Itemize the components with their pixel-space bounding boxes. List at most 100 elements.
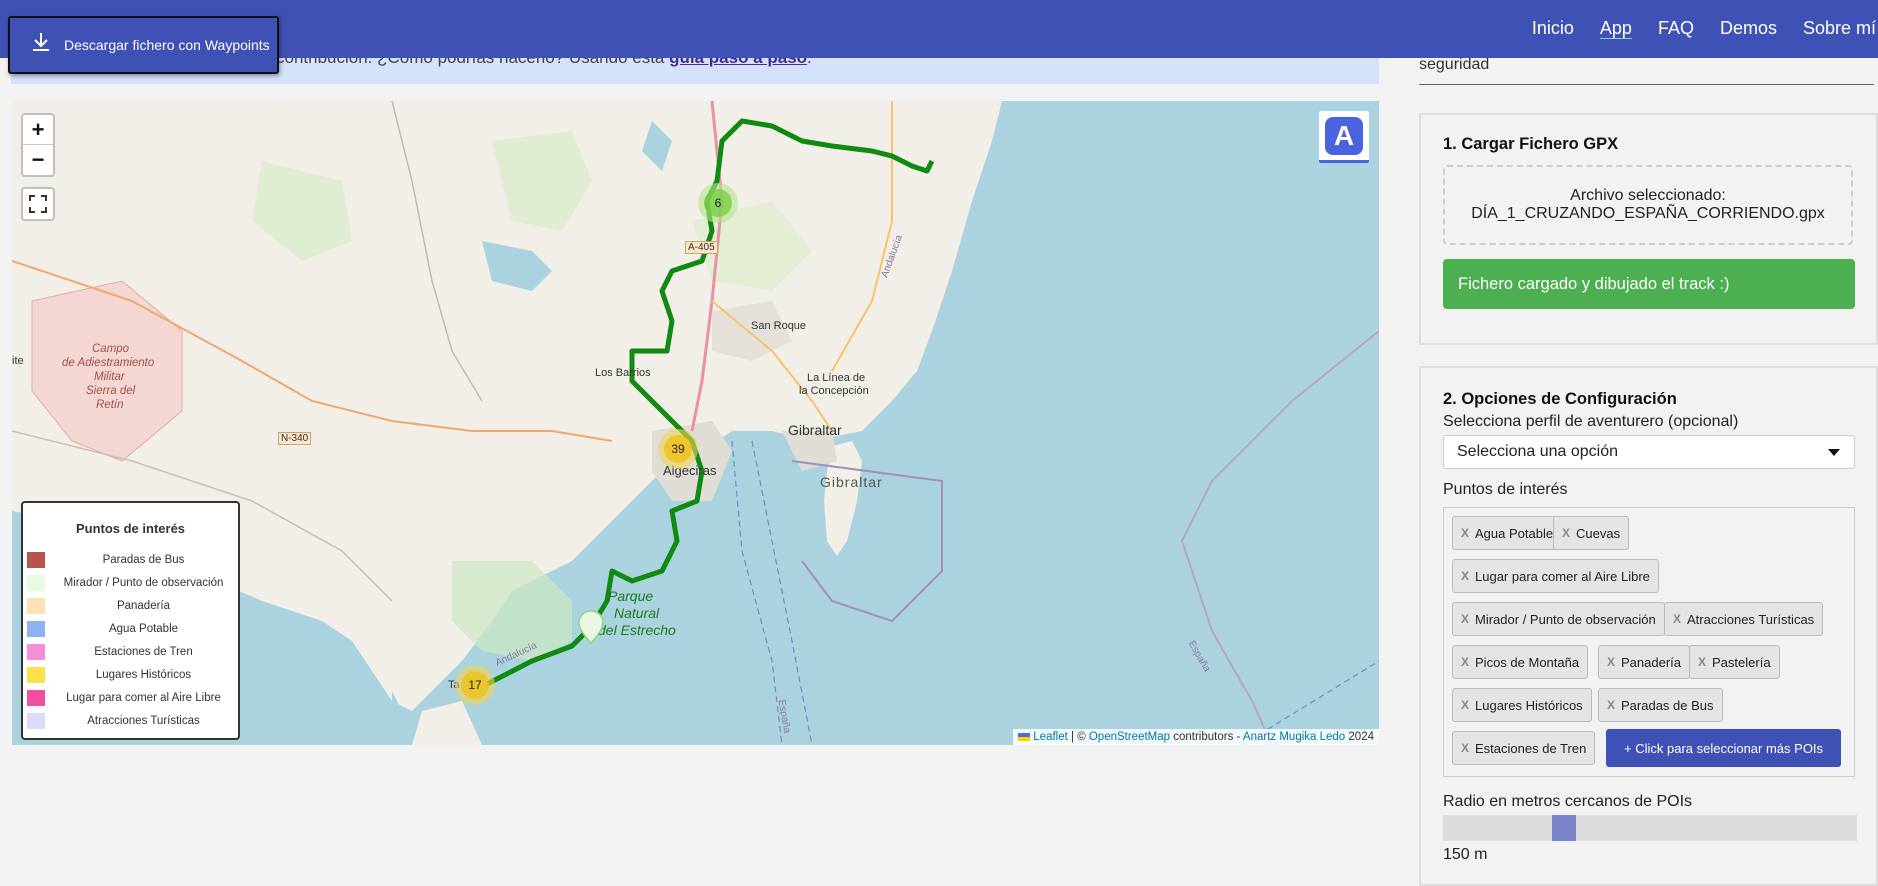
remove-chip-icon[interactable]: X <box>1562 526 1570 540</box>
poi-chip-label: Picos de Montaña <box>1475 654 1580 670</box>
poi-chip[interactable]: X Estaciones de Tren <box>1452 731 1596 765</box>
legend-swatch <box>27 620 45 637</box>
legend-swatch <box>27 666 45 683</box>
poi-cluster-marker[interactable]: 6 <box>698 183 738 223</box>
legend-item: Mirador / Punto de observación <box>27 571 234 594</box>
legend-title: Puntos de interés <box>75 521 186 536</box>
remove-chip-icon[interactable]: X <box>1461 698 1469 712</box>
attribution-year: 2024 <box>1345 731 1374 743</box>
map-container[interactable]: San Roque Los Barrios La Línea de la Con… <box>12 101 1379 745</box>
remove-chip-icon[interactable]: X <box>1461 612 1469 626</box>
author-link[interactable]: Anartz Mugika Ledo <box>1243 731 1345 743</box>
nav-link-app[interactable]: App <box>1600 18 1632 39</box>
file-selected-label: Archivo seleccionado: <box>1570 187 1726 204</box>
poi-chip-label: Agua Potable <box>1475 525 1554 541</box>
remove-chip-icon[interactable]: X <box>1607 655 1615 669</box>
legend-item-label: Paradas de Bus <box>102 553 185 566</box>
map-label-san-roque: San Roque <box>751 320 807 332</box>
leaflet-link[interactable]: Leaflet <box>1033 731 1068 743</box>
app-logo-letter: A <box>1325 116 1363 155</box>
app-logo[interactable]: A <box>1319 111 1369 163</box>
map-label-estrecho: del Estrecho <box>598 622 676 638</box>
poi-chip[interactable]: X Lugares Históricos <box>1452 688 1592 722</box>
attribution-sep: | © <box>1067 731 1089 743</box>
download-waypoints-button[interactable]: Descargar fichero con Waypoints <box>8 16 279 74</box>
poi-chip-label: Lugar para comer al Aire Libre <box>1475 568 1650 584</box>
leaflet-flag-icon <box>1018 732 1031 741</box>
poi-cluster-marker[interactable]: 39 <box>658 429 698 469</box>
legend-item: Atracciones Turísticas <box>27 709 234 732</box>
legend-item-label: Mirador / Punto de observación <box>63 576 224 589</box>
nav-link-sobre-mi[interactable]: Sobre mí <box>1803 18 1876 39</box>
poi-chip-label: Estaciones de Tren <box>1475 740 1587 756</box>
profile-label: Selecciona perfil de aventurero (opciona… <box>1443 413 1739 430</box>
legend-swatch <box>27 551 45 568</box>
legend-item: Lugares Históricos <box>27 663 234 686</box>
nav-link-inicio[interactable]: Inicio <box>1532 18 1574 39</box>
poi-chip-label: Panadería <box>1621 654 1682 670</box>
fullscreen-icon <box>29 195 47 213</box>
gpx-card-title: 1. Cargar Fichero GPX <box>1443 135 1619 153</box>
poi-cluster-marker[interactable]: 17 <box>455 665 495 705</box>
map-label-campo: Campo <box>92 343 130 355</box>
poi-legend: Puntos de interés Paradas de Bus Mirador … <box>21 501 240 740</box>
poi-chip[interactable]: X Paradas de Bus <box>1598 688 1723 722</box>
legend-swatch <box>27 712 45 729</box>
nav-link-faq[interactable]: FAQ <box>1658 18 1694 39</box>
cluster-count: 39 <box>664 435 692 463</box>
top-navbar: Inicio App FAQ Demos Sobre mí <box>0 0 1878 58</box>
map-label-te: ite <box>12 355 24 367</box>
fullscreen-button[interactable] <box>21 187 55 221</box>
poi-chip-label: Paradas de Bus <box>1621 697 1714 713</box>
legend-item: Paradas de Bus <box>27 548 234 571</box>
file-drop-zone[interactable]: Archivo seleccionado: DÍA_1_CRUZANDO_ESP… <box>1443 165 1853 245</box>
attribution-contrib: contributors - <box>1170 731 1243 743</box>
poi-label: Puntos de interés <box>1443 481 1568 498</box>
legend-item: Lugar para comer al Aire Libre <box>27 686 234 709</box>
zoom-out-button[interactable]: − <box>23 145 53 175</box>
remove-chip-icon[interactable]: X <box>1698 655 1706 669</box>
remove-chip-icon[interactable]: X <box>1607 698 1615 712</box>
poi-chip[interactable]: X Agua Potable <box>1452 516 1563 550</box>
radius-slider-thumb[interactable] <box>1552 815 1576 841</box>
add-more-pois-button[interactable]: + Click para seleccionar más POIs <box>1606 729 1842 767</box>
legend-item-label: Lugar para comer al Aire Libre <box>66 691 221 704</box>
poi-chip[interactable]: X Mirador / Punto de observación <box>1452 602 1665 636</box>
file-name: DÍA_1_CRUZANDO_ESPAÑA_CORRIENDO.gpx <box>1471 205 1825 222</box>
poi-chip-label: Cuevas <box>1576 525 1621 541</box>
zoom-in-button[interactable]: + <box>23 115 53 145</box>
remove-chip-icon[interactable]: X <box>1461 526 1469 540</box>
map-pin-icon[interactable] <box>577 609 605 645</box>
profile-select[interactable]: Selecciona una opción <box>1443 435 1855 469</box>
map-label-n340: N-340 <box>278 432 312 445</box>
poi-chip[interactable]: X Cuevas <box>1553 516 1630 550</box>
poi-chip-label: Atracciones Turísticas <box>1687 611 1815 627</box>
radius-slider[interactable] <box>1443 815 1857 841</box>
map-label-a405: A-405 <box>685 241 718 254</box>
panel-top-text: seguridad <box>1419 56 1490 73</box>
nav-link-demos[interactable]: Demos <box>1720 18 1777 39</box>
radius-value: 150 m <box>1443 846 1488 863</box>
remove-chip-icon[interactable]: X <box>1673 612 1681 626</box>
poi-chip[interactable]: X Pastelería <box>1689 645 1780 679</box>
poi-chip[interactable]: X Picos de Montaña <box>1452 645 1589 679</box>
zoom-control: + − <box>21 113 55 177</box>
remove-chip-icon[interactable]: X <box>1461 655 1469 669</box>
remove-chip-icon[interactable]: X <box>1461 569 1469 583</box>
map-label-sierra: Sierra del <box>86 385 136 397</box>
poi-chip[interactable]: X Panadería <box>1598 645 1691 679</box>
poi-chip[interactable]: X Atracciones Turísticas <box>1664 602 1824 636</box>
download-icon <box>33 33 49 51</box>
poi-chip[interactable]: X Lugar para comer al Aire Libre <box>1452 559 1659 593</box>
legend-item: Panadería <box>27 594 234 617</box>
panel-divider <box>1419 84 1874 85</box>
map-label-gibraltar-city: Gibraltar <box>788 422 842 438</box>
legend-item-label: Atracciones Turísticas <box>87 714 200 727</box>
remove-chip-icon[interactable]: X <box>1461 741 1469 755</box>
map-label-adiestramiento: de Adiestramiento <box>62 357 155 369</box>
osm-link[interactable]: OpenStreetMap <box>1089 731 1170 743</box>
legend-item-label: Agua Potable <box>108 622 179 635</box>
legend-item-label: Estaciones de Tren <box>94 645 193 658</box>
cluster-count: 6 <box>704 189 732 217</box>
poi-multiselect[interactable]: X Agua Potable X Cuevas X Lugar para comer … <box>1443 507 1855 777</box>
